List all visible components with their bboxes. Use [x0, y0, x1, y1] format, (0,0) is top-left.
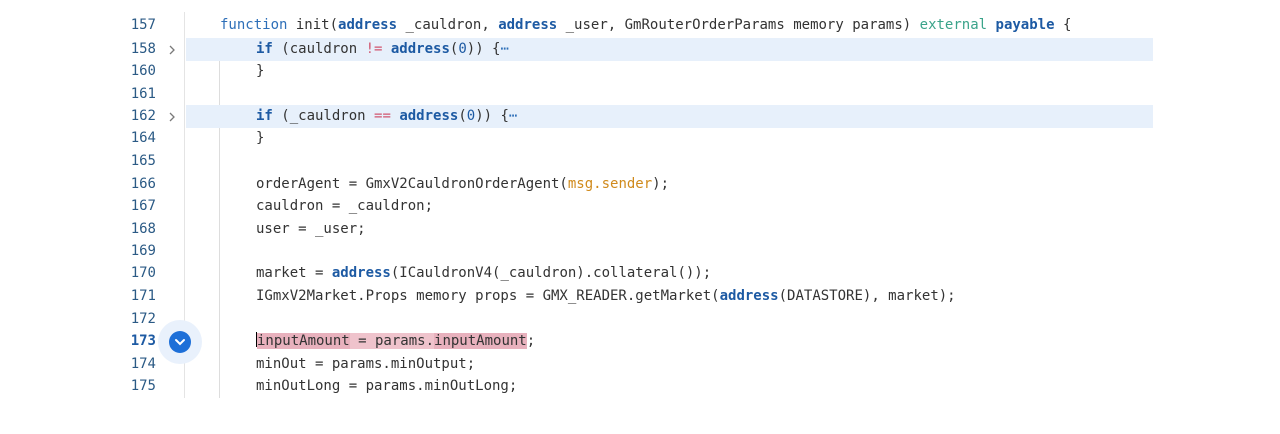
chevron-right-icon[interactable]	[166, 105, 178, 128]
code-line[interactable]: 158 if (cauldron != address(0)) {⋯	[0, 38, 1160, 61]
code-line[interactable]: 164 }	[0, 127, 1160, 150]
selected-token: inputAmount	[434, 333, 527, 349]
code-line[interactable]: 161	[0, 83, 1160, 106]
line-number: 164	[130, 130, 156, 146]
code-line[interactable]: 168 user = _user;	[0, 218, 1160, 241]
code-text[interactable]: if (cauldron != address(0)) {⋯	[256, 38, 509, 61]
line-number: 158	[130, 41, 156, 57]
line-number: 160	[130, 63, 156, 79]
code-line[interactable]: 175 minOutLong = params.minOutLong;	[0, 375, 1160, 398]
code-text[interactable]: cauldron = _cauldron;	[256, 195, 433, 218]
folded-ellipsis: ⋯	[500, 41, 509, 57]
code-text[interactable]: IGmxV2Market.Props memory props = GMX_RE…	[256, 285, 956, 308]
code-line[interactable]: 170 market = address(ICauldronV4(_cauldr…	[0, 262, 1160, 285]
code-line[interactable]: 167 cauldron = _cauldron;	[0, 195, 1160, 218]
code-line[interactable]: 174 minOut = params.minOutput;	[0, 353, 1160, 376]
chevron-right-icon[interactable]	[166, 38, 178, 61]
code-text[interactable]: }	[256, 127, 264, 150]
line-number: 171	[130, 288, 156, 304]
line-number: 165	[130, 153, 156, 169]
code-text[interactable]: minOut = params.minOutput;	[256, 353, 475, 376]
code-line[interactable]: 169	[0, 240, 1160, 263]
code-line[interactable]: 166 orderAgent = GmxV2CauldronOrderAgent…	[0, 173, 1160, 196]
code-line[interactable]: 171 IGmxV2Market.Props memory props = GM…	[0, 285, 1160, 308]
code-line[interactable]: 157 function init(address _cauldron, add…	[0, 14, 1160, 37]
line-number: 172	[130, 311, 156, 327]
line-number: 175	[130, 378, 156, 394]
code-line[interactable]: 162 if (_cauldron == address(0)) {⋯	[0, 105, 1160, 128]
code-line[interactable]: 160 }	[0, 60, 1160, 83]
code-text[interactable]: inputAmount = params.inputAmount;	[256, 330, 535, 353]
code-text[interactable]: minOutLong = params.minOutLong;	[256, 375, 517, 398]
code-text[interactable]: if (_cauldron == address(0)) {⋯	[256, 105, 517, 128]
code-text[interactable]: function init(address _cauldron, address…	[220, 14, 1071, 37]
selected-token: inputAmount	[257, 333, 350, 349]
line-number: 161	[130, 86, 156, 102]
folded-ellipsis: ⋯	[508, 108, 518, 124]
line-number: 173	[130, 333, 156, 349]
line-number: 167	[130, 198, 156, 214]
code-editor[interactable]: 157 function init(address _cauldron, add…	[0, 0, 1280, 434]
line-number: 166	[130, 176, 156, 192]
line-number: 169	[130, 243, 156, 259]
code-text[interactable]: }	[256, 60, 264, 83]
line-number: 174	[130, 356, 156, 372]
code-line-current[interactable]: 173 inputAmount = params.inputAmount;	[0, 330, 1160, 353]
line-number: 170	[130, 265, 156, 281]
code-line[interactable]: 165	[0, 150, 1160, 173]
code-text[interactable]: user = _user;	[256, 218, 366, 241]
line-number: 168	[130, 221, 156, 237]
line-number: 157	[130, 17, 156, 33]
line-number: 162	[130, 108, 156, 124]
code-text[interactable]: orderAgent = GmxV2CauldronOrderAgent(msg…	[256, 173, 669, 196]
code-text[interactable]: market = address(ICauldronV4(_cauldron).…	[256, 262, 711, 285]
